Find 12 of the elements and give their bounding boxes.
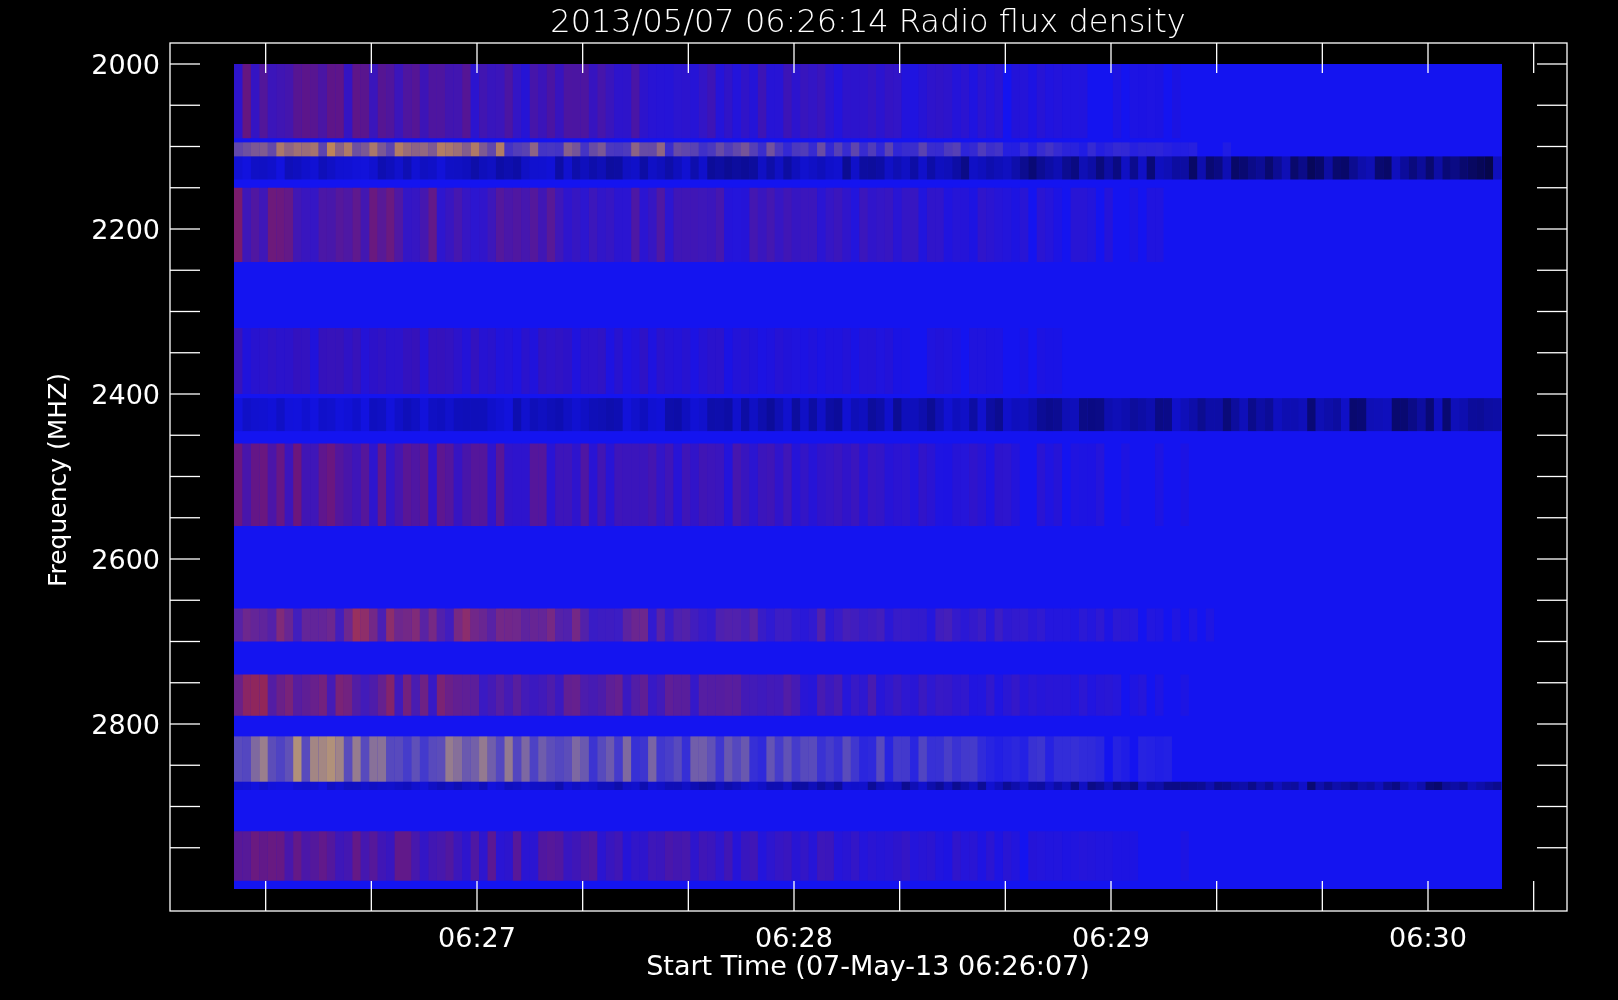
- chart-title: 2013/05/07 06:26:14 Radio flux density: [550, 2, 1186, 40]
- y-tick-label: 2800: [91, 709, 160, 740]
- x-tick-label: 06:30: [1389, 922, 1467, 953]
- x-tick-label: 06:27: [438, 922, 516, 953]
- x-axis-label: Start Time (07-May-13 06:26:07): [646, 950, 1090, 981]
- y-tick-label: 2600: [91, 544, 160, 575]
- y-tick-label: 2000: [91, 49, 160, 80]
- y-tick-label: 2400: [91, 379, 160, 410]
- y-tick-label: 2200: [91, 214, 160, 245]
- x-tick-label: 06:28: [755, 922, 833, 953]
- y-axis-label: Frequency (MHZ): [43, 372, 72, 588]
- x-tick-label: 06:29: [1072, 922, 1150, 953]
